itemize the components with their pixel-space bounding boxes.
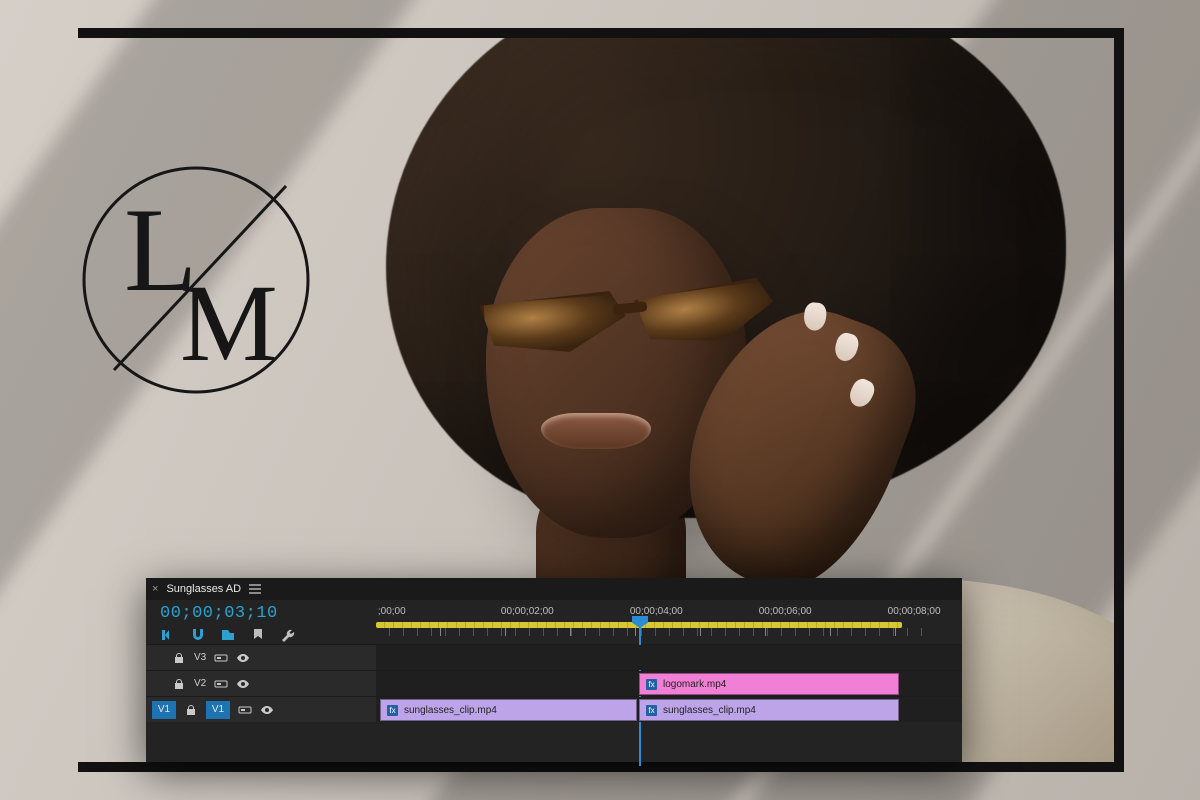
track-row-v2: V2 fx logomark.mp4 — [146, 670, 962, 696]
snap-magnet-icon[interactable] — [190, 627, 206, 643]
track-target-badge[interactable]: V1 — [206, 701, 230, 719]
sync-lock-icon[interactable] — [238, 703, 252, 717]
frame-border-top — [78, 28, 1124, 38]
insert-overwrite-icon[interactable] — [160, 627, 176, 643]
ruler-mark: 00;00;04;00 — [630, 606, 683, 617]
track-lane-v3[interactable] — [376, 645, 962, 670]
settings-wrench-icon[interactable] — [280, 627, 296, 643]
fx-badge-icon: fx — [646, 705, 657, 716]
lock-icon[interactable] — [172, 677, 186, 691]
sequence-tab-title[interactable]: Sunglasses AD — [166, 583, 241, 595]
clip-label: sunglasses_clip.mp4 — [663, 705, 756, 716]
source-patch-badge[interactable]: V1 — [152, 701, 176, 719]
timeline-header: 00;00;03;10 — [146, 600, 962, 644]
sync-lock-icon[interactable] — [214, 677, 228, 691]
time-ruler[interactable]: ;00;00 00;00;02;00 00;00;04;00 00;00;06;00 0… — [376, 600, 962, 644]
track-label: V2 — [194, 678, 206, 689]
model-sunglasses — [481, 283, 781, 363]
track-output-eye-icon[interactable] — [236, 651, 250, 665]
panel-menu-icon[interactable] — [249, 584, 261, 594]
sync-lock-icon[interactable] — [214, 651, 228, 665]
track-lane-v1[interactable]: fx sunglasses_clip.mp4 fx sunglasses_cli… — [376, 697, 962, 722]
track-header-v1[interactable]: V1 V1 — [146, 697, 376, 722]
timeline-tabbar: × Sunglasses AD — [146, 578, 962, 600]
clip-sunglasses-b[interactable]: fx sunglasses_clip.mp4 — [639, 699, 899, 721]
clip-sunglasses-a[interactable]: fx sunglasses_clip.mp4 — [380, 699, 637, 721]
ruler-ticks — [376, 628, 932, 636]
fx-badge-icon: fx — [646, 679, 657, 690]
track-output-eye-icon[interactable] — [260, 703, 274, 717]
frame-border-bottom — [78, 762, 1124, 772]
track-lane-v2[interactable]: fx logomark.mp4 — [376, 671, 962, 696]
track-row-v1: V1 V1 fx sunglasses_clip.mp4 fx sunglass… — [146, 696, 962, 722]
track-area: V3 V2 fx logomark.mp4 — [146, 644, 962, 722]
linked-selection-icon[interactable] — [220, 627, 236, 643]
fx-badge-icon: fx — [387, 705, 398, 716]
sunglass-lens-left — [479, 290, 628, 358]
logo-letter-m: M — [180, 262, 278, 384]
ruler-mark: 00;00;02;00 — [501, 606, 554, 617]
track-header-v2[interactable]: V2 — [146, 671, 376, 696]
model-lips — [541, 413, 651, 449]
fingernail — [846, 376, 878, 411]
fingernail — [803, 302, 828, 332]
lock-icon[interactable] — [184, 703, 198, 717]
frame-border-right — [1114, 28, 1124, 772]
track-row-v3: V3 — [146, 644, 962, 670]
ruler-mark: 00;00;06;00 — [759, 606, 812, 617]
tab-close-button[interactable]: × — [152, 583, 158, 595]
canvas: L M × Sunglasses AD 00;00;03;10 — [0, 0, 1200, 800]
fingernail — [832, 331, 861, 364]
brand-logo: L M — [76, 160, 316, 400]
ruler-mark: 00;00;08;00 — [888, 606, 941, 617]
lock-icon[interactable] — [172, 651, 186, 665]
clip-label: sunglasses_clip.mp4 — [404, 705, 497, 716]
marker-icon[interactable] — [250, 627, 266, 643]
clip-logomark[interactable]: fx logomark.mp4 — [639, 673, 899, 695]
track-header-v3[interactable]: V3 — [146, 645, 376, 670]
track-output-eye-icon[interactable] — [236, 677, 250, 691]
playhead-timecode[interactable]: 00;00;03;10 — [160, 604, 366, 623]
ruler-mark: ;00;00 — [378, 606, 406, 617]
clip-label: logomark.mp4 — [663, 679, 726, 690]
track-label: V3 — [194, 652, 206, 663]
timeline-panel: × Sunglasses AD 00;00;03;10 — [146, 578, 962, 762]
